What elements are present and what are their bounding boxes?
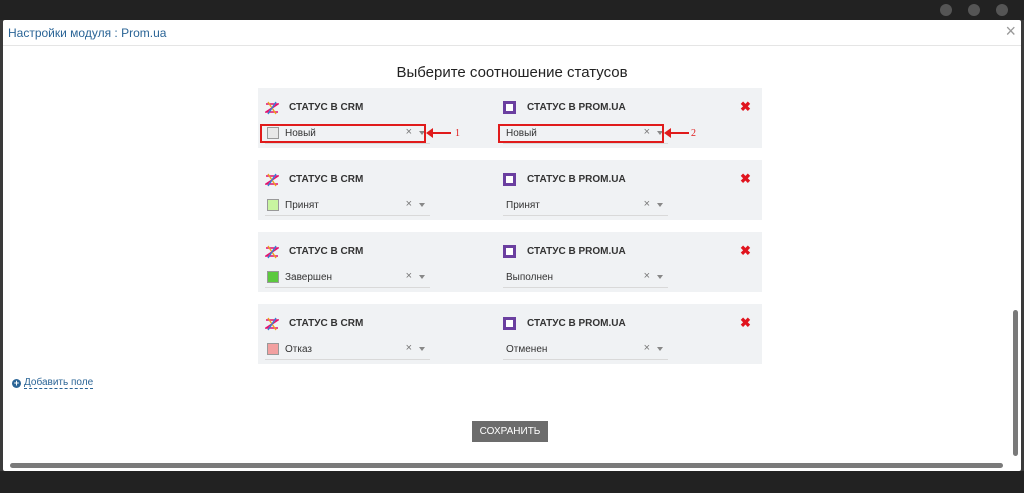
chevron-down-icon[interactable] — [419, 275, 425, 279]
crm-status-column: СТАТУС В CRM Завершен × — [265, 232, 430, 292]
chevron-down-icon[interactable] — [657, 347, 663, 351]
prom-status-label: СТАТУС В PROM.UA — [527, 318, 626, 329]
crm-logo-icon — [265, 245, 279, 259]
close-icon[interactable]: × — [1005, 21, 1016, 41]
prom-status-label: СТАТУС В PROM.UA — [527, 246, 626, 257]
section-title: Выберите соотношение статусов — [396, 64, 628, 81]
prom-status-label: СТАТУС В PROM.UA — [527, 102, 626, 113]
crm-status-header: СТАТУС В CRM — [265, 317, 465, 331]
status-mapping-row: СТАТУС В CRM Принят × СТАТУС В PROM.UA П… — [258, 160, 762, 220]
prom-logo-icon — [503, 245, 516, 258]
prom-status-header: СТАТУС В PROM.UA — [503, 101, 703, 115]
prom-status-header: СТАТУС В PROM.UA — [503, 317, 703, 331]
crm-status-header: СТАТУС В CRM — [265, 245, 465, 259]
annotation-arrow-1 — [426, 128, 451, 138]
chevron-down-icon[interactable] — [419, 203, 425, 207]
crm-status-value: Отказ — [285, 344, 312, 355]
clear-icon[interactable]: × — [406, 270, 412, 282]
crm-status-value: Завершен — [285, 272, 333, 283]
module-settings-modal: Настройки модуля : Prom.ua × Выберите со… — [3, 20, 1021, 471]
vertical-scrollbar[interactable] — [1013, 310, 1018, 456]
crm-logo-icon — [265, 317, 279, 331]
clear-icon[interactable]: × — [644, 270, 650, 282]
status-mapping-row: СТАТУС В CRM Отказ × СТАТУС В PROM.UA От… — [258, 304, 762, 364]
prom-status-column: СТАТУС В PROM.UA Отменен × — [503, 304, 668, 364]
crm-status-label: СТАТУС В CRM — [289, 102, 364, 113]
prom-status-select[interactable]: Выполнен × — [503, 269, 668, 288]
prom-status-select[interactable]: Отменен × — [503, 341, 668, 360]
prom-status-column: СТАТУС В PROM.UA Принят × — [503, 160, 668, 220]
user-icon — [940, 4, 952, 16]
prom-logo-icon — [503, 173, 516, 186]
chevron-down-icon[interactable] — [657, 275, 663, 279]
crm-status-select[interactable]: Завершен × — [265, 269, 430, 288]
plus-circle-icon: + — [12, 378, 21, 388]
modal-header: Настройки модуля : Prom.ua × — [3, 20, 1021, 46]
prom-status-column: СТАТУС В PROM.UA Выполнен × — [503, 232, 668, 292]
prom-status-label: СТАТУС В PROM.UA — [527, 174, 626, 185]
highlight-box-crm — [260, 124, 426, 143]
status-color-swatch — [267, 343, 279, 355]
add-field-label: Добавить поле — [24, 377, 94, 389]
bell-icon — [968, 4, 980, 16]
status-color-swatch — [267, 199, 279, 211]
settings-icon — [996, 4, 1008, 16]
prom-status-header: СТАТУС В PROM.UA — [503, 245, 703, 259]
annotation-number-1: 1 — [455, 128, 460, 139]
clear-icon[interactable]: × — [406, 198, 412, 210]
horizontal-scrollbar[interactable] — [10, 463, 1003, 468]
highlight-box-prom — [498, 124, 664, 143]
background-footer — [0, 471, 1024, 493]
add-field-link[interactable]: + Добавить поле — [12, 377, 94, 389]
annotation-arrow-2 — [664, 128, 689, 138]
crm-status-label: СТАТУС В CRM — [289, 318, 364, 329]
remove-row-icon[interactable]: ✖ — [740, 100, 751, 113]
chevron-down-icon[interactable] — [657, 203, 663, 207]
clear-icon[interactable]: × — [644, 198, 650, 210]
remove-row-icon[interactable]: ✖ — [740, 172, 751, 185]
chevron-down-icon[interactable] — [419, 347, 425, 351]
save-button[interactable]: СОХРАНИТЬ — [472, 421, 548, 442]
crm-status-label: СТАТУС В CRM — [289, 174, 364, 185]
crm-status-header: СТАТУС В CRM — [265, 101, 465, 115]
status-color-swatch — [267, 271, 279, 283]
prom-status-value: Выполнен — [506, 272, 554, 283]
status-mapping-row: СТАТУС В CRM Завершен × СТАТУС В PROM.UA… — [258, 232, 762, 292]
prom-status-select[interactable]: Принят × — [503, 197, 668, 216]
clear-icon[interactable]: × — [644, 342, 650, 354]
crm-status-header: СТАТУС В CRM — [265, 173, 465, 187]
prom-logo-icon — [503, 317, 516, 330]
crm-status-column: СТАТУС В CRM Принят × — [265, 160, 430, 220]
modal-title: Настройки модуля : Prom.ua — [8, 26, 167, 40]
crm-status-select[interactable]: Отказ × — [265, 341, 430, 360]
prom-logo-icon — [503, 101, 516, 114]
remove-row-icon[interactable]: ✖ — [740, 244, 751, 257]
crm-status-value: Принят — [285, 200, 319, 211]
crm-status-column: СТАТУС В CRM Отказ × — [265, 304, 430, 364]
clear-icon[interactable]: × — [406, 342, 412, 354]
remove-row-icon[interactable]: ✖ — [740, 316, 751, 329]
crm-status-select[interactable]: Принят × — [265, 197, 430, 216]
crm-logo-icon — [265, 173, 279, 187]
prom-status-value: Отменен — [506, 344, 548, 355]
prom-status-value: Принят — [506, 200, 540, 211]
prom-status-header: СТАТУС В PROM.UA — [503, 173, 703, 187]
crm-status-label: СТАТУС В CRM — [289, 246, 364, 257]
annotation-number-2: 2 — [691, 128, 696, 139]
background-topbar — [0, 0, 1024, 20]
crm-logo-icon — [265, 101, 279, 115]
